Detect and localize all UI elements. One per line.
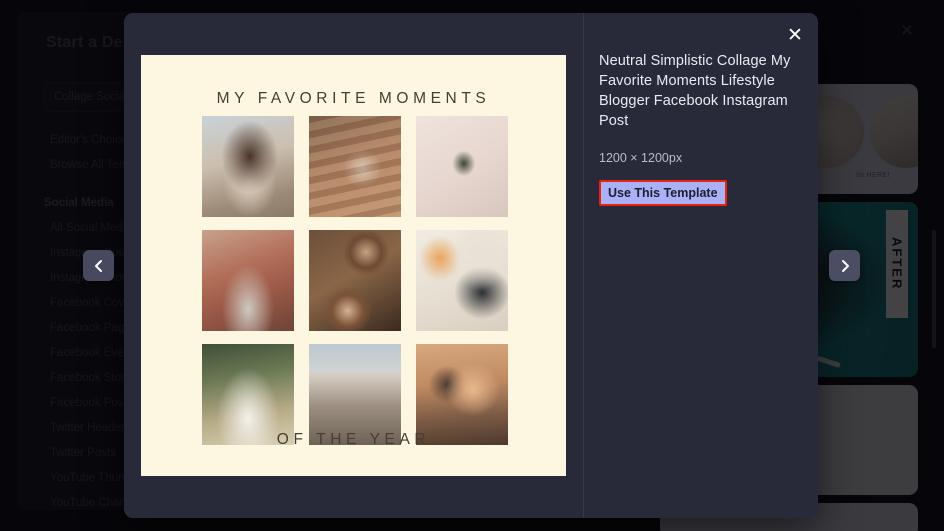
- chevron-left-icon: [92, 259, 106, 273]
- previous-template-button[interactable]: [83, 250, 114, 281]
- preview-pane: MY FAVORITE MOMENTS OF THE YEAR: [124, 13, 583, 518]
- chevron-right-icon: [838, 259, 852, 273]
- preview-heading: MY FAVORITE MOMENTS: [141, 90, 566, 108]
- preview-footer-text: OF THE YEAR: [141, 431, 566, 449]
- template-dimensions: 1200 × 1200px: [599, 151, 794, 165]
- collage-photo: [202, 230, 294, 331]
- next-template-button[interactable]: [829, 250, 860, 281]
- collage-photo: [202, 116, 294, 217]
- template-preview-canvas[interactable]: MY FAVORITE MOMENTS OF THE YEAR: [141, 55, 566, 476]
- close-icon[interactable]: ✕: [783, 24, 807, 48]
- template-title: Neutral Simplistic Collage My Favorite M…: [599, 51, 794, 131]
- collage-photo: [309, 230, 401, 331]
- collage-photo: [416, 230, 508, 331]
- collage-grid: [202, 116, 508, 445]
- collage-photo: [416, 344, 508, 445]
- collage-photo: [309, 344, 401, 445]
- collage-photo: [202, 344, 294, 445]
- collage-photo: [416, 116, 508, 217]
- app-root: Start a Design Collage Social Media Edit…: [0, 0, 944, 531]
- details-pane: Neutral Simplistic Collage My Favorite M…: [583, 13, 818, 518]
- collage-photo: [309, 116, 401, 217]
- use-this-template-button[interactable]: Use This Template: [599, 180, 727, 206]
- template-preview-modal: MY FAVORITE MOMENTS OF THE YEAR Neutral …: [124, 13, 818, 518]
